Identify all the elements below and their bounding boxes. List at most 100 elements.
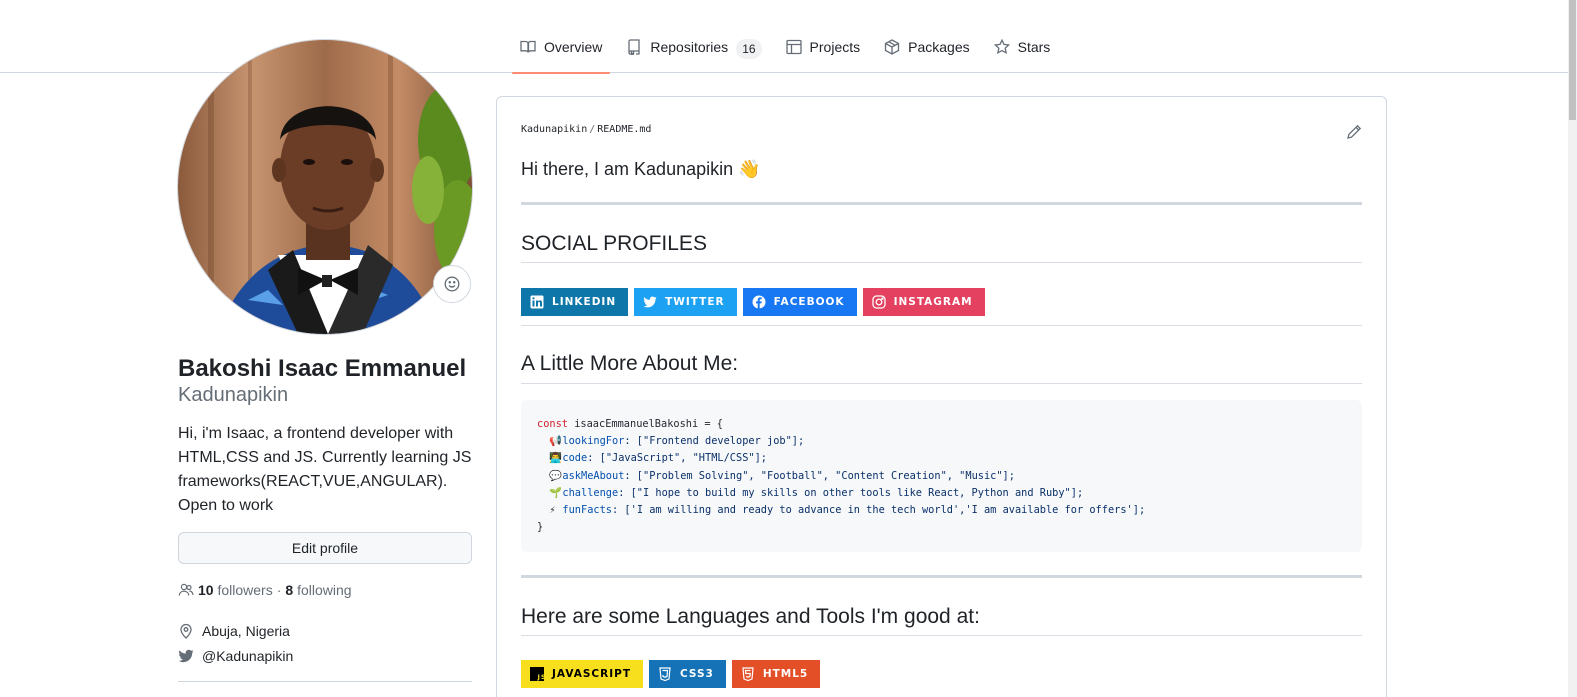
about-heading: A Little More About Me:	[521, 352, 739, 375]
linkedin-label: LINKEDIN	[552, 296, 617, 308]
followers-label: followers	[217, 582, 273, 598]
repo-icon	[628, 39, 641, 55]
twitter-handle[interactable]: @Kadunapikin	[202, 648, 293, 664]
avatar[interactable]	[178, 40, 472, 334]
twitter-icon	[643, 296, 657, 308]
readme-crumb-user[interactable]: Kadunapikin	[521, 124, 587, 135]
html5-badge[interactable]: HTML5	[731, 660, 821, 688]
edit-profile-button[interactable]: Edit profile	[178, 532, 472, 564]
linkedin-icon	[530, 295, 544, 309]
profile-location: Abuja, Nigeria	[178, 623, 290, 639]
code-block: const isaacEmmanuelBakoshi = { 📢lookingF…	[521, 400, 1362, 552]
code-value: : ["I hope to build my skills on other t…	[618, 486, 1084, 499]
pencil-icon	[1347, 124, 1362, 139]
profile-tab-nav: Overview Repositories 16 Projects Packag…	[0, 0, 1568, 74]
profile-username: Kadunapikin	[178, 384, 289, 406]
readme-greeting: Hi there, I am Kadunapikin 👋	[521, 159, 761, 179]
tab-repositories-label: Repositories	[650, 39, 729, 55]
javascript-badge[interactable]: JS JAVASCRIPT	[521, 660, 643, 688]
follow-separator: ·	[276, 582, 282, 598]
following-label: following	[297, 582, 352, 598]
tab-packages-label: Packages	[908, 39, 970, 55]
facebook-icon	[752, 295, 766, 309]
heading-underline	[521, 383, 1362, 384]
package-icon	[884, 39, 900, 55]
tool-badges: JS JAVASCRIPT CSS3 HTML5	[521, 660, 821, 688]
code-prop: challenge	[562, 486, 619, 499]
heading-underline	[521, 262, 1362, 263]
profile-bio: Hi, i'm Isaac, a frontend developer with…	[178, 425, 472, 514]
following-count: 8	[285, 582, 294, 598]
css3-icon	[659, 667, 671, 681]
code-prop: code	[562, 452, 588, 465]
svg-text:JS: JS	[537, 673, 545, 681]
tab-list: Overview Repositories 16 Projects Packag…	[512, 28, 1066, 74]
twitter-badge[interactable]: TWITTER	[634, 288, 737, 316]
following-link[interactable]: 8 following	[285, 582, 351, 598]
tab-stars[interactable]: Stars	[986, 28, 1059, 73]
css3-label: CSS3	[679, 668, 714, 680]
followers-count: 10	[198, 582, 214, 598]
code-value: : ["Problem Solving", "Football", "Conte…	[624, 469, 1015, 482]
speech-bubble-icon: 💬	[549, 469, 563, 482]
html5-icon	[742, 667, 754, 681]
tools-heading: Here are some Languages and Tools I'm go…	[521, 605, 980, 628]
avatar-photo-icon	[178, 40, 472, 334]
code-value: : ["JavaScript", "HTML/CSS"];	[587, 452, 767, 465]
javascript-label: JAVASCRIPT	[552, 668, 631, 680]
social-divider	[521, 325, 1362, 326]
tab-overview-label: Overview	[544, 39, 603, 55]
code-closing: }	[537, 521, 544, 534]
readme-breadcrumb: Kadunapikin / README.md	[521, 124, 651, 135]
code-prop: funFacts	[562, 504, 613, 517]
set-status-button[interactable]	[433, 265, 471, 303]
instagram-icon	[871, 295, 886, 309]
edit-readme-button[interactable]	[1346, 124, 1362, 140]
seedling-icon: 🌱	[549, 486, 563, 499]
code-value: : ['I am willing and ready to advance in…	[612, 504, 1146, 517]
profile-twitter[interactable]: @Kadunapikin	[178, 648, 293, 664]
tab-packages[interactable]: Packages	[876, 28, 977, 73]
smiley-icon	[444, 276, 460, 292]
html5-label: HTML5	[762, 668, 809, 680]
technologist-icon: 👨‍💻	[549, 452, 563, 465]
code-prop: lookingFor	[562, 435, 625, 448]
star-icon	[993, 39, 1010, 55]
repositories-count-badge: 16	[736, 39, 762, 59]
code-declaration: isaacEmmanuelBakoshi = {	[568, 418, 723, 430]
scrollbar-thumb[interactable]	[1569, 0, 1576, 120]
social-profiles-heading: SOCIAL PROFILES	[521, 232, 707, 255]
tab-projects-label: Projects	[809, 39, 861, 55]
heading-underline	[521, 635, 1362, 636]
tab-projects[interactable]: Projects	[778, 28, 869, 73]
facebook-badge[interactable]: FACEBOOK	[742, 288, 857, 316]
location-icon	[180, 623, 192, 639]
social-badges: LINKEDIN TWITTER FACEBOOK INSTAGRAM	[521, 288, 985, 316]
tab-overview[interactable]: Overview	[512, 28, 611, 74]
facebook-label: FACEBOOK	[773, 296, 845, 308]
readme-crumb-separator: /	[589, 124, 596, 135]
readme-divider	[521, 575, 1362, 578]
follow-stats: 10 followers · 8 following	[178, 582, 352, 598]
tab-repositories[interactable]: Repositories 16	[618, 28, 769, 73]
linkedin-badge[interactable]: LINKEDIN	[521, 288, 629, 316]
tab-stars-label: Stars	[1017, 39, 1051, 55]
code-prop: askMeAbout	[562, 469, 625, 482]
book-icon	[520, 40, 536, 53]
lightning-icon: ⚡	[549, 504, 556, 517]
sidebar-divider	[178, 681, 472, 682]
code-value: : ["Frontend developer job"];	[624, 435, 805, 448]
profile-fullname: Bakoshi Isaac Emmanuel	[178, 355, 467, 382]
twitter-label: TWITTER	[665, 296, 725, 308]
instagram-badge[interactable]: INSTAGRAM	[862, 288, 985, 316]
code-keyword: const	[537, 418, 568, 430]
readme-crumb-file[interactable]: README.md	[597, 124, 651, 135]
page-scrollbar[interactable]	[1568, 0, 1577, 697]
people-icon	[178, 583, 194, 596]
instagram-label: INSTAGRAM	[893, 296, 973, 308]
twitter-icon	[178, 649, 194, 663]
css3-badge[interactable]: CSS3	[648, 660, 726, 688]
javascript-icon: JS	[530, 667, 544, 681]
readme-divider	[521, 202, 1362, 205]
followers-link[interactable]: 10 followers	[198, 582, 273, 598]
